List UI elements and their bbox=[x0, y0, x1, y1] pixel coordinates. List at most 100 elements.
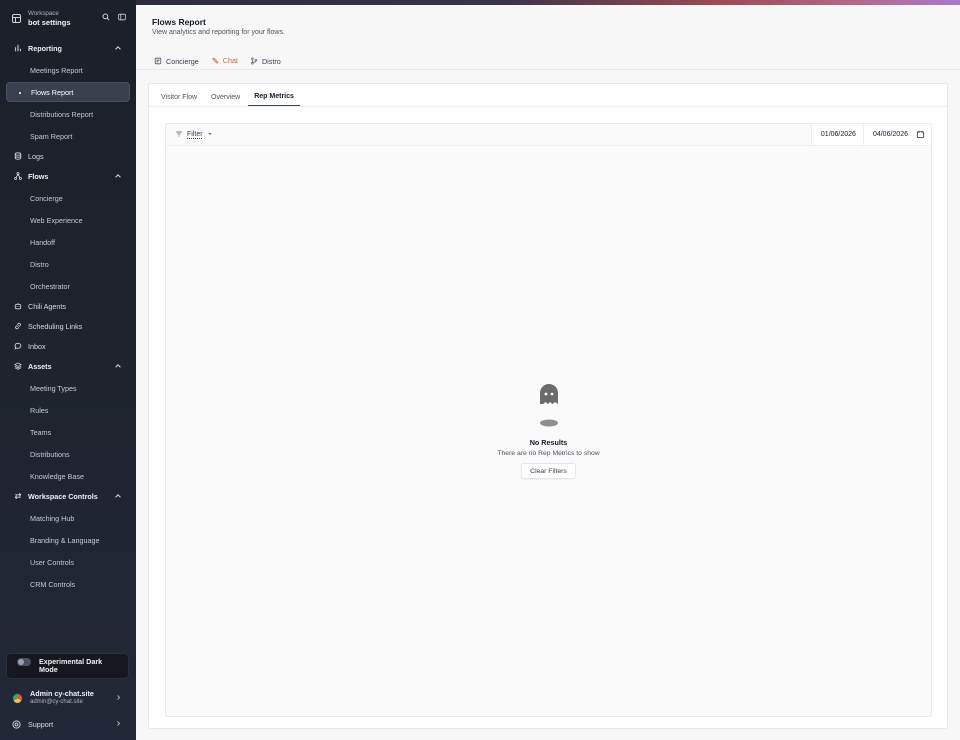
nav-section-assets[interactable]: Assets bbox=[6, 356, 130, 376]
dark-mode-toggle-card[interactable]: Experimental Dark Mode bbox=[6, 653, 129, 679]
sidebar-item-orchestrator[interactable]: Orchestrator bbox=[6, 276, 130, 296]
chevron-down-icon bbox=[207, 133, 212, 135]
flow-icon bbox=[14, 172, 22, 180]
start-date-field[interactable]: 01/06/2026 bbox=[812, 124, 864, 145]
filter-toolbar: Filter 01/06/2026 04/06/2026 bbox=[166, 124, 931, 146]
sidebar-item-matching-hub[interactable]: Matching Hub bbox=[6, 508, 130, 528]
filter-button[interactable]: Filter bbox=[175, 130, 213, 138]
nav-section-flows[interactable]: Flows bbox=[6, 166, 130, 186]
tab-label: Concierge bbox=[166, 56, 199, 66]
workspace-icon bbox=[12, 13, 21, 23]
tab-overview[interactable]: Overview bbox=[205, 88, 246, 106]
dark-mode-toggle[interactable] bbox=[17, 658, 31, 666]
chevron-right-icon bbox=[117, 695, 121, 700]
sidebar-item-branding-language[interactable]: Branding & Language bbox=[6, 530, 130, 550]
clear-filters-button[interactable]: Clear Filters bbox=[521, 463, 576, 479]
sidebar-item-label: Flows Report bbox=[31, 87, 74, 97]
form-icon bbox=[154, 57, 162, 65]
sidebar-item-crm-controls[interactable]: CRM Controls bbox=[6, 574, 130, 594]
sidebar-item-inbox[interactable]: Inbox bbox=[6, 336, 130, 356]
sidebar-item-label: CRM Controls bbox=[30, 579, 76, 589]
tab-chat[interactable]: Chat bbox=[204, 52, 244, 70]
flow-tabs: Concierge Chat Distro bbox=[148, 52, 287, 70]
sidebar-item-label: Concierge bbox=[30, 193, 63, 203]
sidebar-item-label: Distributions bbox=[30, 449, 70, 459]
sidebar-item-chili-agents[interactable]: Chili Agents bbox=[6, 296, 130, 316]
nav-section-label: Flows bbox=[28, 171, 49, 181]
sidebar-item-label: Rules bbox=[30, 405, 49, 415]
collapse-sidebar-icon[interactable] bbox=[118, 13, 126, 21]
sidebar-item-concierge[interactable]: Concierge bbox=[6, 188, 130, 208]
sidebar-item-handoff[interactable]: Handoff bbox=[6, 232, 130, 252]
sidebar-item-label: User Controls bbox=[30, 557, 74, 567]
tab-concierge[interactable]: Concierge bbox=[148, 52, 205, 70]
tab-visitor-flow[interactable]: Visitor Flow bbox=[155, 88, 203, 106]
sidebar-item-distributions[interactable]: Distributions bbox=[6, 444, 130, 464]
sidebar-item-label: Teams bbox=[30, 427, 52, 437]
sidebar-item-user-controls[interactable]: User Controls bbox=[6, 552, 130, 572]
sidebar-item-label: Matching Hub bbox=[30, 513, 75, 523]
support-link[interactable]: Support bbox=[12, 716, 128, 732]
tab-distro[interactable]: Distro bbox=[244, 52, 287, 70]
chevron-up-icon bbox=[115, 494, 121, 498]
sidebar-item-knowledge-base[interactable]: Knowledge Base bbox=[6, 466, 130, 486]
calendar-icon[interactable] bbox=[916, 130, 925, 139]
end-date-field[interactable]: 04/06/2026 bbox=[864, 124, 914, 145]
sidebar-item-logs[interactable]: Logs bbox=[6, 146, 130, 166]
tab-label: Overview bbox=[211, 93, 241, 101]
tab-label: Chat bbox=[222, 56, 238, 65]
sidebar-item-label: Chili Agents bbox=[28, 301, 66, 311]
empty-state-title: No Results bbox=[529, 438, 568, 447]
sidebar-item-flows-report[interactable]: Flows Report bbox=[6, 82, 130, 102]
tab-rep-metrics[interactable]: Rep Metrics bbox=[248, 88, 300, 106]
nav-section-label: Reporting bbox=[28, 43, 62, 53]
nav-section-label: Workspace Controls bbox=[28, 491, 98, 501]
workspace-name: bot settings bbox=[28, 18, 71, 27]
date-range-picker[interactable]: 01/06/2026 04/06/2026 bbox=[810, 124, 931, 145]
layers-icon bbox=[14, 362, 22, 370]
sidebar-item-web-experience[interactable]: Web Experience bbox=[6, 210, 130, 230]
chat-tag-icon bbox=[212, 57, 219, 64]
sidebar-item-label: Meetings Report bbox=[30, 65, 83, 75]
empty-state-message: There are no Rep Metrics to show bbox=[497, 450, 600, 457]
user-menu[interactable]: Admin cy-chat.site admin@cy-chat.site bbox=[12, 687, 128, 709]
sidebar-item-meetings-report[interactable]: Meetings Report bbox=[6, 60, 130, 80]
sidebar-item-label: Web Experience bbox=[30, 215, 83, 225]
branch-icon bbox=[251, 57, 258, 65]
sidebar-item-teams[interactable]: Teams bbox=[6, 422, 130, 442]
sidebar-item-meeting-types[interactable]: Meeting Types bbox=[6, 378, 130, 398]
nav-section-reporting[interactable]: Reporting bbox=[6, 38, 130, 58]
filter-icon bbox=[176, 131, 182, 137]
page-subtitle: View analytics and reporting for your fl… bbox=[152, 29, 285, 36]
link-icon bbox=[15, 322, 21, 330]
sidebar-item-distro[interactable]: Distro bbox=[6, 254, 130, 274]
tab-label: Distro bbox=[261, 56, 281, 66]
chevron-up-icon bbox=[115, 174, 121, 178]
sidebar-item-rules[interactable]: Rules bbox=[6, 400, 130, 420]
nav-section-workspace-controls[interactable]: Workspace Controls bbox=[6, 486, 130, 506]
chevron-up-icon bbox=[115, 46, 121, 50]
sidebar-item-label: Spam Report bbox=[30, 131, 73, 141]
sidebar-item-spam-report[interactable]: Spam Report bbox=[6, 126, 130, 146]
sidebar-item-label: Scheduling Links bbox=[28, 321, 83, 331]
sidebar-item-scheduling-links[interactable]: Scheduling Links bbox=[6, 316, 130, 336]
sidebar-item-label: Branding & Language bbox=[30, 535, 100, 545]
tab-label: Rep Metrics bbox=[254, 93, 294, 100]
main-content: Flows Report View analytics and reportin… bbox=[136, 5, 960, 740]
sidebar: Workspace bot settings Reporting Meeting… bbox=[0, 0, 136, 740]
chat-icon bbox=[14, 342, 22, 350]
page-title: Flows Report bbox=[152, 17, 206, 27]
empty-state: No Results There are no Rep Metrics to s… bbox=[166, 384, 931, 479]
sidebar-item-label: Knowledge Base bbox=[30, 471, 84, 481]
search-icon[interactable] bbox=[102, 13, 110, 21]
agent-icon bbox=[14, 302, 22, 310]
sidebar-item-label: Meeting Types bbox=[30, 383, 77, 393]
tab-label: Visitor Flow bbox=[161, 93, 198, 101]
report-panel: Visitor Flow Overview Rep Metrics Filter… bbox=[148, 83, 948, 729]
sidebar-item-label: Orchestrator bbox=[30, 281, 70, 291]
workspace-header[interactable]: Workspace bot settings bbox=[12, 8, 128, 28]
chevron-right-icon bbox=[117, 721, 121, 726]
sidebar-item-label: Distributions Report bbox=[30, 109, 94, 119]
sidebar-item-distributions-report[interactable]: Distributions Report bbox=[6, 104, 130, 124]
results-container: Filter 01/06/2026 04/06/2026 No Results bbox=[165, 123, 932, 717]
